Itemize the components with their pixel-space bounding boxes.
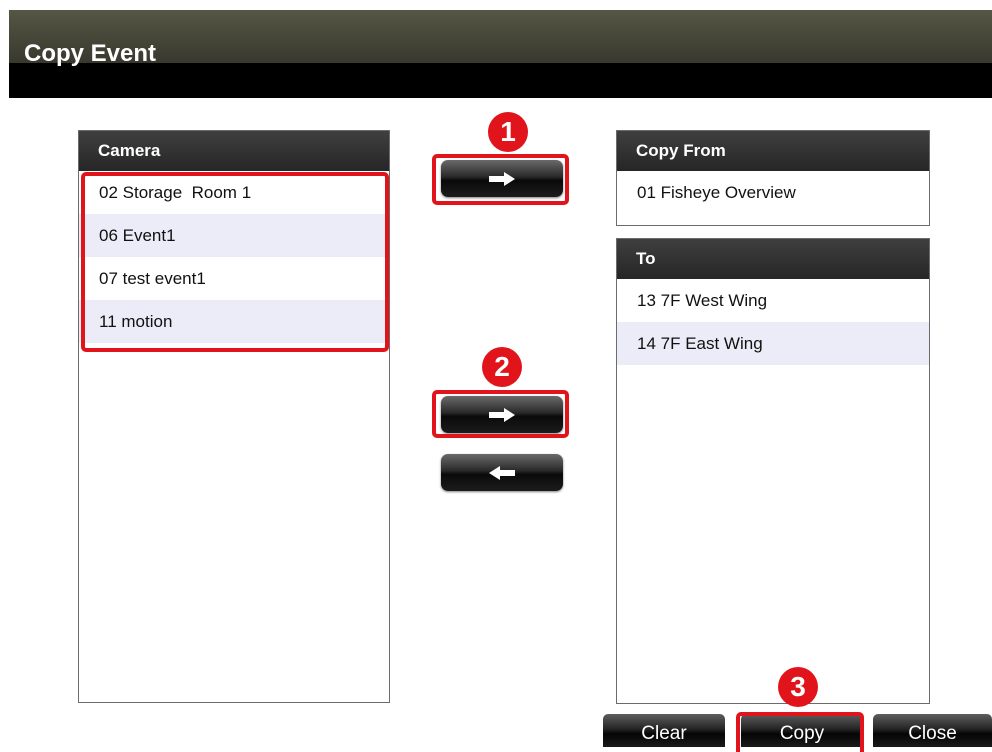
step2-highlight: [432, 390, 569, 438]
copy-from-header: Copy From: [617, 131, 929, 171]
left-arrow-icon: [489, 465, 515, 480]
step3-highlight: [736, 712, 864, 752]
window-title: Copy Event: [24, 40, 157, 67]
remove-from-target-button[interactable]: [441, 454, 563, 491]
to-list-panel: To 13 7F West Wing 14 7F East Wing: [616, 238, 930, 704]
to-list-header: To: [617, 239, 929, 279]
to-list-item[interactable]: 14 7F East Wing: [617, 322, 929, 365]
to-list-item[interactable]: 13 7F West Wing: [617, 279, 929, 322]
clear-button[interactable]: Clear: [603, 714, 725, 747]
step2-badge: 2: [482, 347, 522, 387]
close-button[interactable]: Close: [873, 714, 992, 747]
copy-from-item[interactable]: 01 Fisheye Overview: [617, 171, 929, 214]
step3-badge: 3: [778, 667, 818, 707]
step1-highlight: [432, 154, 569, 205]
camera-selection-highlight: [81, 172, 389, 352]
title-bar: Copy Event: [9, 10, 992, 98]
camera-list-header: Camera: [79, 131, 389, 171]
step1-badge: 1: [488, 112, 528, 152]
copy-from-panel: Copy From 01 Fisheye Overview: [616, 130, 930, 226]
title-bar-lower: [9, 63, 992, 98]
